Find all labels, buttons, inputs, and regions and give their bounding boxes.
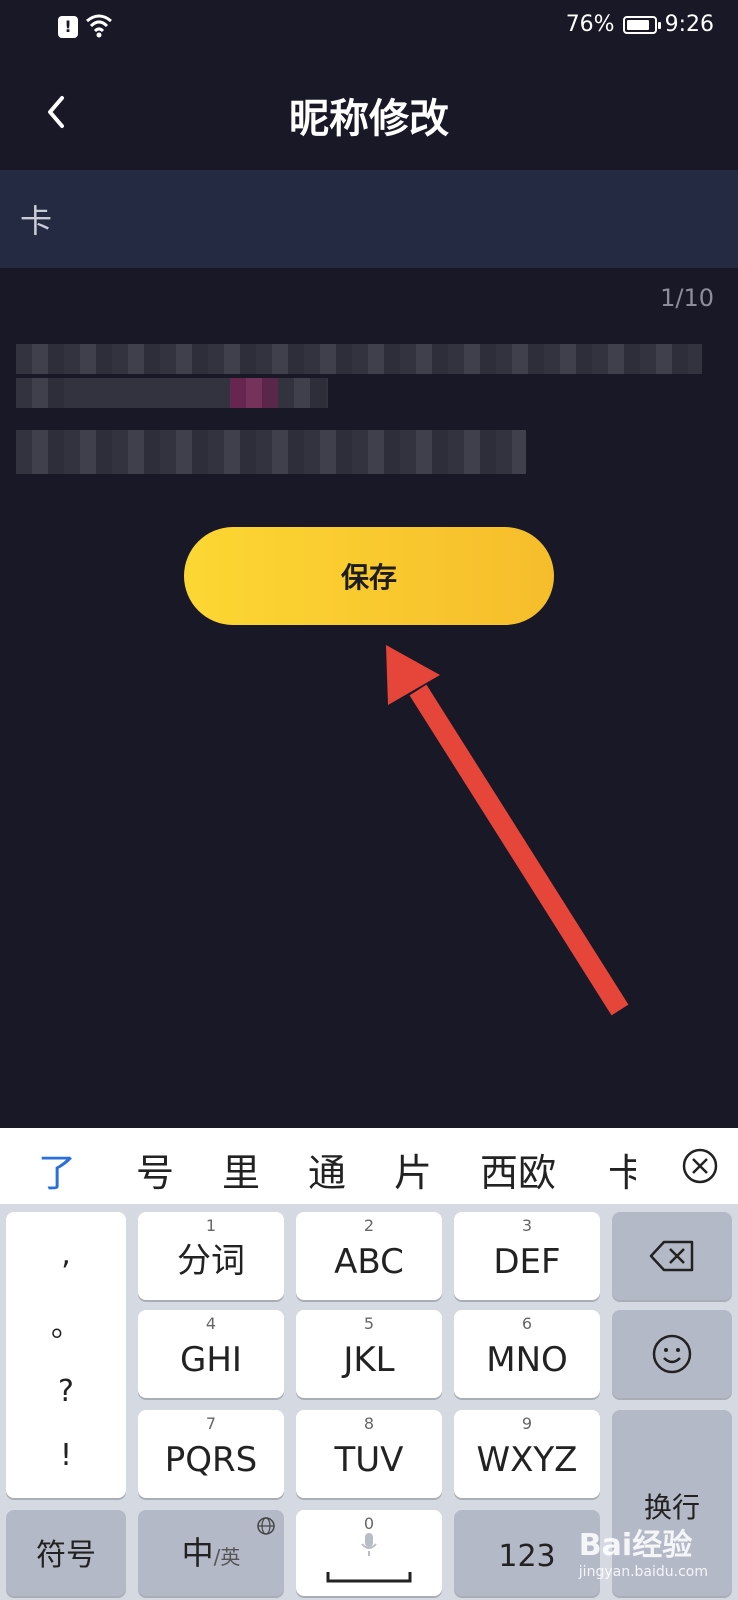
candidate-word[interactable]: 里	[222, 1142, 260, 1197]
lang-sub: /英	[213, 1545, 241, 1569]
candidate-word[interactable]: 号	[136, 1142, 174, 1197]
punctuation-column[interactable]: , 。 ? !	[6, 1212, 126, 1498]
key-4[interactable]: 4 GHI	[138, 1310, 284, 1398]
punct-period[interactable]: 。	[51, 1301, 81, 1345]
language-toggle-key[interactable]: 中/英	[138, 1510, 284, 1596]
punct-exclaim[interactable]: !	[60, 1438, 72, 1473]
backspace-icon	[649, 1240, 694, 1272]
close-candidates-icon[interactable]	[680, 1146, 720, 1186]
backspace-key[interactable]	[612, 1212, 732, 1300]
symbols-key[interactable]: 符号	[6, 1510, 126, 1596]
candidate-bar: 了 号 里 通 片 西欧 卡	[0, 1128, 738, 1204]
candidate-word[interactable]: 通	[308, 1142, 346, 1197]
globe-icon	[257, 1517, 275, 1535]
candidate-word[interactable]: 片	[394, 1142, 432, 1197]
lang-main: 中	[181, 1534, 214, 1572]
candidate-word[interactable]: 西欧	[480, 1142, 556, 1197]
candidate-word[interactable]: 卡	[608, 1142, 636, 1197]
key-5[interactable]: 5 JKL	[296, 1310, 442, 1398]
key-3[interactable]: 3 DEF	[454, 1212, 600, 1300]
space-bar-icon	[326, 1572, 412, 1583]
candidate-word[interactable]: 了	[38, 1142, 76, 1197]
smiley-icon	[652, 1334, 692, 1374]
punct-question[interactable]: ?	[58, 1374, 74, 1409]
key-7[interactable]: 7 PQRS	[138, 1410, 284, 1498]
punct-comma[interactable]: ,	[61, 1237, 71, 1272]
key-1[interactable]: 1 分词	[138, 1212, 284, 1300]
key-2[interactable]: 2 ABC	[296, 1212, 442, 1300]
baidu-watermark: Bai经验 jingyan.baidu.com	[578, 1528, 708, 1580]
space-key[interactable]: 0	[296, 1510, 442, 1596]
annotation-arrow	[386, 645, 629, 1016]
key-6[interactable]: 6 MNO	[454, 1310, 600, 1398]
microphone-icon	[361, 1533, 377, 1556]
key-9[interactable]: 9 WXYZ	[454, 1410, 600, 1498]
keyboard: , 。 ? ! 1 分词 2 ABC 3 DEF 4 GHI 5 JKL 6 M…	[0, 1204, 738, 1600]
key-8[interactable]: 8 TUV	[296, 1410, 442, 1498]
emoji-key[interactable]	[612, 1310, 732, 1398]
